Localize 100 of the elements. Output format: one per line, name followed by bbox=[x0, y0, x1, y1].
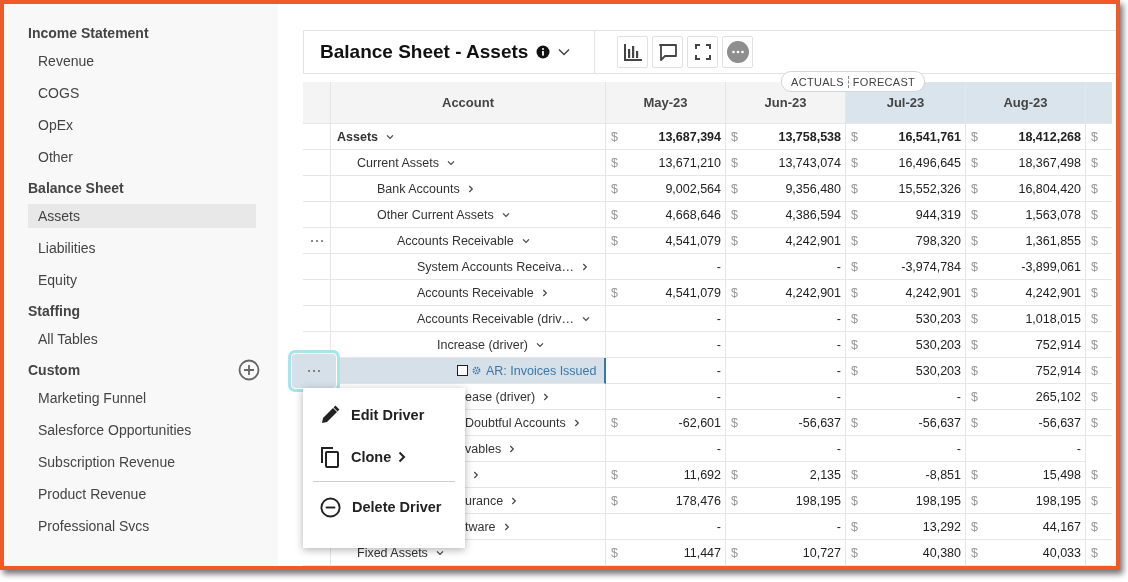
sidebar-item[interactable]: Professional Svcs bbox=[28, 514, 256, 538]
chevron-right-icon[interactable] bbox=[582, 262, 588, 271]
currency-symbol: $ bbox=[971, 259, 978, 274]
currency-symbol: $ bbox=[851, 467, 858, 482]
table-cell: 13,671,210 bbox=[658, 155, 721, 170]
fullscreen-button[interactable] bbox=[687, 36, 718, 68]
chevron-right-icon[interactable] bbox=[511, 496, 518, 505]
table-cell: - bbox=[716, 519, 721, 534]
currency-symbol: $ bbox=[1091, 519, 1098, 534]
table-cell: 9,356,480 bbox=[785, 181, 841, 196]
chevron-right-icon[interactable] bbox=[503, 522, 510, 531]
section-title: Custom bbox=[28, 362, 81, 378]
table-cell: -56,637 bbox=[1038, 415, 1081, 430]
sidebar-item[interactable]: Product Revenue bbox=[28, 482, 256, 506]
chart-button[interactable] bbox=[617, 36, 648, 68]
chevron-down-icon[interactable] bbox=[536, 341, 544, 348]
currency-symbol: $ bbox=[731, 493, 738, 508]
table-cell: - bbox=[716, 363, 721, 378]
table-cell: 10,727 bbox=[802, 545, 841, 560]
sidebar-item[interactable]: OpEx bbox=[28, 113, 256, 137]
sidebar-item[interactable]: Marketing Funnel bbox=[28, 386, 256, 410]
table-cell: 16,496,645 bbox=[898, 155, 961, 170]
currency-symbol: $ bbox=[1091, 233, 1098, 248]
table-cell: 798,320 bbox=[915, 233, 961, 248]
account-name: Fixed Assets bbox=[357, 545, 428, 560]
chevron-down-icon[interactable] bbox=[558, 48, 571, 56]
currency-symbol: $ bbox=[1091, 467, 1098, 482]
section-title: Staffing bbox=[28, 303, 81, 319]
driver-name[interactable]: AR: Invoices Issued bbox=[486, 363, 597, 378]
table-cell: 198,195 bbox=[795, 493, 841, 508]
add-icon[interactable] bbox=[238, 359, 260, 381]
sidebar-item[interactable]: Revenue bbox=[28, 49, 256, 73]
currency-symbol: $ bbox=[971, 389, 978, 404]
table-cell: - bbox=[836, 389, 841, 404]
chevron-right-icon[interactable] bbox=[573, 418, 580, 427]
currency-symbol: $ bbox=[731, 467, 738, 482]
table-cell: 4,242,901 bbox=[1025, 285, 1081, 300]
currency-symbol: $ bbox=[971, 363, 978, 378]
table-cell: - bbox=[716, 311, 721, 326]
chevron-down-icon[interactable] bbox=[501, 211, 510, 218]
gear-icon bbox=[472, 366, 481, 375]
column-header: Aug-23 bbox=[966, 82, 1086, 124]
sidebar-item[interactable]: COGS bbox=[28, 81, 256, 105]
table-cell: 4,242,901 bbox=[785, 285, 841, 300]
chevron-down-icon[interactable] bbox=[447, 159, 455, 166]
table-cell: 18,412,268 bbox=[1018, 129, 1081, 144]
chevron-down-icon[interactable] bbox=[521, 237, 530, 244]
currency-symbol: $ bbox=[971, 181, 978, 196]
table-cell: - bbox=[716, 441, 721, 456]
sidebar-item[interactable]: Assets bbox=[28, 204, 256, 228]
copy-icon bbox=[320, 446, 340, 468]
sidebar-item[interactable]: Subscription Revenue bbox=[28, 450, 256, 474]
table-cell: 18,367,498 bbox=[1018, 155, 1081, 170]
currency-symbol: $ bbox=[611, 415, 618, 430]
sidebar-item[interactable]: Equity bbox=[28, 268, 256, 292]
sidebar-item[interactable]: Liabilities bbox=[28, 236, 256, 260]
table-cell: 2,135 bbox=[809, 467, 841, 482]
sidebar-item[interactable]: Salesforce Opportunities bbox=[28, 418, 256, 442]
table-cell: 9,002,564 bbox=[665, 181, 721, 196]
menu-item[interactable]: Delete Driver bbox=[303, 486, 465, 528]
table-cell: 4,541,079 bbox=[665, 285, 721, 300]
table-cell: 44,167 bbox=[1042, 519, 1081, 534]
currency-symbol: $ bbox=[851, 207, 858, 222]
currency-symbol: $ bbox=[1091, 129, 1098, 144]
table-cell: 198,195 bbox=[1035, 493, 1081, 508]
chevron-right-icon[interactable] bbox=[541, 288, 548, 297]
actuals-forecast-toggle[interactable]: ACTUALS FORECAST bbox=[781, 71, 926, 92]
currency-symbol: $ bbox=[611, 233, 618, 248]
chevron-right-icon[interactable] bbox=[473, 470, 479, 479]
chevron-down-icon[interactable] bbox=[386, 133, 394, 140]
chevron-right-icon[interactable] bbox=[467, 184, 474, 193]
currency-symbol: $ bbox=[1091, 311, 1098, 326]
table-cell: 11,447 bbox=[683, 545, 721, 560]
currency-symbol: $ bbox=[731, 285, 738, 300]
table-cell: 13,758,538 bbox=[778, 129, 841, 144]
fullscreen-icon bbox=[694, 44, 711, 60]
account-name: Accounts Receivable bbox=[397, 233, 514, 248]
chevron-down-icon[interactable] bbox=[435, 549, 444, 556]
comment-button[interactable] bbox=[652, 36, 683, 68]
sidebar-item[interactable]: Other bbox=[28, 145, 256, 169]
info-icon[interactable] bbox=[536, 45, 551, 59]
account-name: Doubtful Accounts bbox=[465, 415, 566, 430]
more-icon bbox=[307, 369, 321, 373]
currency-symbol: $ bbox=[851, 337, 858, 352]
currency-symbol: $ bbox=[851, 519, 858, 534]
menu-item[interactable]: Clone bbox=[303, 436, 465, 478]
chevron-right-icon[interactable] bbox=[509, 444, 516, 453]
menu-item[interactable]: Edit Driver bbox=[303, 394, 465, 436]
table-cell: 944,319 bbox=[915, 207, 961, 222]
account-name: System Accounts Receiva… bbox=[417, 259, 574, 274]
table-cell: 13,687,394 bbox=[658, 129, 721, 144]
column-header: May-23 bbox=[606, 82, 726, 124]
account-name: urance bbox=[465, 493, 504, 508]
chevron-right-icon[interactable] bbox=[543, 392, 550, 401]
table-cell: - bbox=[836, 311, 841, 326]
remove-icon bbox=[320, 496, 341, 518]
currency-symbol: $ bbox=[971, 233, 978, 248]
chevron-down-icon[interactable] bbox=[582, 315, 590, 322]
sidebar-item[interactable]: All Tables bbox=[28, 327, 256, 351]
checkbox[interactable] bbox=[457, 365, 468, 376]
